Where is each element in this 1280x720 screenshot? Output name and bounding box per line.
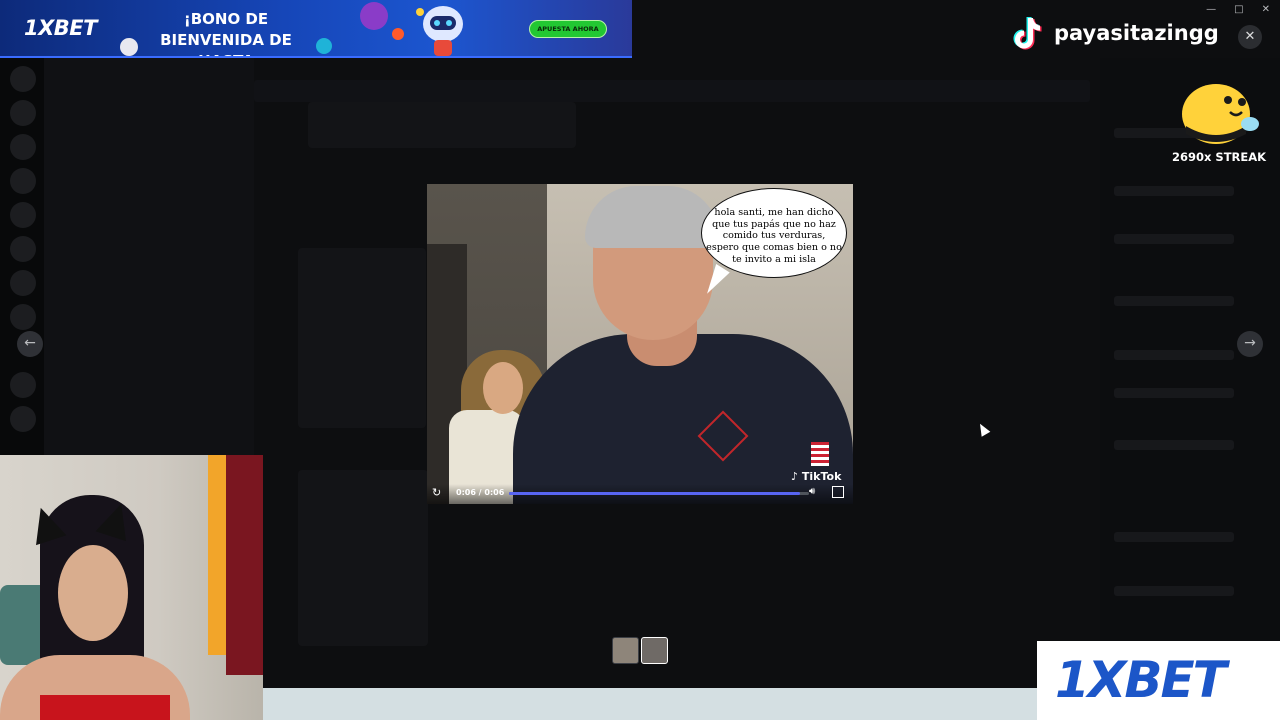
fullscreen-icon[interactable] bbox=[832, 486, 844, 498]
server-icon bbox=[10, 270, 36, 296]
channel-banner bbox=[254, 80, 1090, 102]
close-viewer-button[interactable]: ✕ bbox=[1238, 25, 1262, 49]
chat-attachment bbox=[308, 102, 576, 148]
ad-headline: ¡BONO DE BIENVENIDA DE HASTA bbox=[160, 10, 292, 56]
chat-attachment bbox=[298, 248, 426, 428]
server-icon bbox=[10, 168, 36, 194]
planet-icon bbox=[392, 28, 404, 40]
stream-handle: payasitazingg bbox=[1010, 16, 1219, 50]
bottom-ad-logo: 1XBET bbox=[1055, 651, 1227, 709]
video-player[interactable]: hola santi, me han dicho que tus papás q… bbox=[427, 184, 853, 504]
video-progress-fill bbox=[509, 492, 800, 495]
server-icon bbox=[10, 372, 36, 398]
close-window-button[interactable]: ✕ bbox=[1262, 4, 1270, 15]
video-progress-bar[interactable] bbox=[509, 492, 809, 495]
streak-badge: 2690x STREAK bbox=[1170, 78, 1270, 168]
next-media-button[interactable]: → bbox=[1237, 331, 1263, 357]
bee-mascot-icon bbox=[1182, 84, 1259, 144]
video-controls: ↻ 0:06 / 0:06 🔊︎ bbox=[427, 484, 853, 504]
webcam-curtain bbox=[226, 455, 263, 675]
ad-logo: 1XBET bbox=[24, 16, 97, 40]
media-thumbnails bbox=[612, 637, 668, 664]
tiktok-logo-icon bbox=[1013, 17, 1042, 50]
speech-bubble-text: hola santi, me han dicho que tus papás q… bbox=[706, 207, 842, 265]
replay-icon[interactable]: ↻ bbox=[432, 486, 441, 499]
flag-patch bbox=[811, 442, 829, 466]
maximize-button[interactable]: □ bbox=[1234, 4, 1243, 15]
member-row bbox=[1114, 532, 1234, 542]
tiktok-watermark-text: TikTok bbox=[801, 470, 842, 483]
ad-cta-button[interactable]: APUESTA AHORA bbox=[529, 20, 607, 38]
minimize-button[interactable]: — bbox=[1206, 4, 1216, 15]
member-row bbox=[1114, 186, 1234, 196]
member-row bbox=[1114, 350, 1234, 360]
server-icon bbox=[10, 100, 36, 126]
previous-media-button[interactable]: ← bbox=[17, 331, 43, 357]
member-row bbox=[1114, 234, 1234, 244]
member-row bbox=[1114, 586, 1234, 596]
tiktok-note-icon: ♪ bbox=[791, 470, 799, 483]
server-icon bbox=[10, 236, 36, 262]
video-time: 0:06 / 0:06 bbox=[456, 488, 505, 497]
top-ad-banner[interactable]: 1XBET ¡BONO DE BIENVENIDA DE HASTA APUES… bbox=[0, 0, 632, 58]
bottom-ad-banner[interactable]: 1XBET bbox=[1037, 641, 1280, 720]
media-thumbnail-selected[interactable] bbox=[641, 637, 668, 664]
webcam-feed bbox=[0, 455, 263, 720]
server-icon bbox=[10, 202, 36, 228]
robot-mascot-icon bbox=[416, 6, 463, 56]
server-icon bbox=[10, 66, 36, 92]
media-thumbnail[interactable] bbox=[612, 637, 639, 664]
server-icon bbox=[10, 304, 36, 330]
chat-attachment bbox=[298, 470, 428, 646]
webcam-streamer bbox=[58, 545, 128, 641]
member-row bbox=[1114, 296, 1234, 306]
ball-icon bbox=[120, 38, 138, 56]
planet-icon bbox=[360, 2, 388, 30]
screen: — □ ✕ 1XBET ¡BONO DE BIENVENIDA DE HASTA… bbox=[0, 0, 1280, 720]
message-composer bbox=[263, 688, 1037, 720]
video-frame-person bbox=[483, 362, 523, 414]
tiktok-watermark: ♪ TikTok bbox=[791, 470, 841, 483]
volume-icon[interactable]: 🔊︎ bbox=[809, 486, 815, 497]
channel-list bbox=[44, 58, 254, 458]
member-row bbox=[1114, 440, 1234, 450]
member-row bbox=[1114, 388, 1234, 398]
server-icon bbox=[10, 134, 36, 160]
window-controls: — □ ✕ bbox=[1206, 4, 1270, 15]
gem-icon bbox=[316, 38, 332, 54]
streak-label: 2690x STREAK bbox=[1172, 150, 1267, 164]
tiktok-handle-text: payasitazingg bbox=[1054, 21, 1219, 45]
webcam-streamer bbox=[40, 695, 170, 720]
server-icon bbox=[10, 406, 36, 432]
